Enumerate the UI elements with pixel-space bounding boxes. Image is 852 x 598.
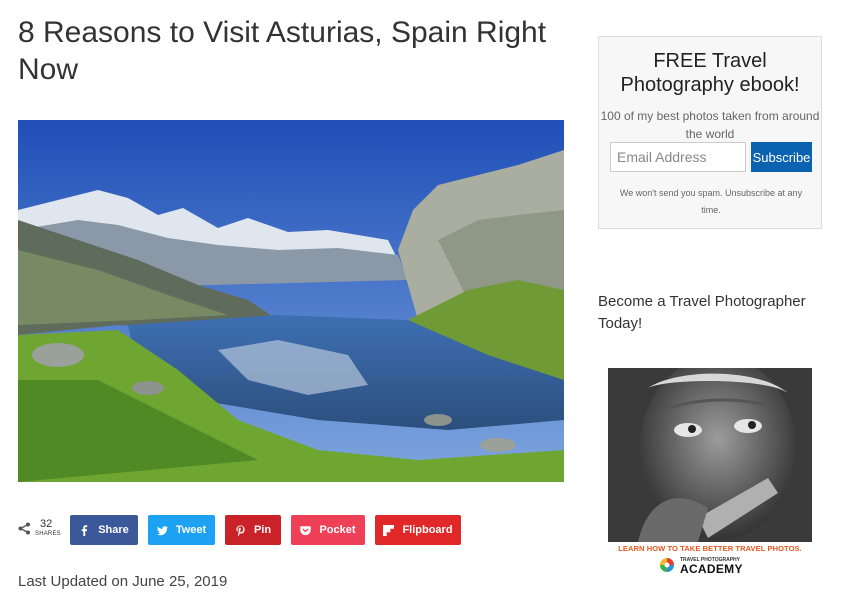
share-pinterest-label: Pin — [253, 524, 272, 536]
share-twitter-label: Tweet — [175, 524, 207, 536]
share-facebook-label: Share — [98, 524, 129, 536]
subscribe-button[interactable]: Subscribe — [751, 142, 812, 172]
share-pinterest-button[interactable]: Pin — [225, 515, 281, 545]
share-count-label: SHARES — [35, 531, 61, 537]
academy-ad[interactable]: LEARN HOW TO TAKE BETTER TRAVEL PHOTOS. … — [608, 368, 812, 584]
ad-portrait-image — [608, 368, 812, 542]
share-twitter-button[interactable]: Tweet — [148, 515, 215, 545]
facebook-icon — [81, 524, 88, 536]
subscribe-widget: FREE Travel Photography ebook! 100 of my… — [598, 36, 822, 229]
email-field[interactable] — [610, 142, 746, 172]
share-facebook-button[interactable]: Share — [70, 515, 138, 545]
ad-brand: ACADEMY — [680, 562, 743, 576]
share-count-number: 32 — [40, 518, 53, 530]
twitter-icon — [156, 525, 168, 535]
share-icon — [18, 522, 30, 535]
share-flipboard-label: Flipboard — [402, 524, 453, 536]
subscribe-description: 100 of my best photos taken from around … — [600, 109, 820, 141]
pocket-icon — [300, 525, 312, 535]
flipboard-icon — [383, 524, 395, 536]
share-pocket-label: Pocket — [319, 524, 356, 536]
share-flipboard-button[interactable]: Flipboard — [375, 515, 461, 545]
share-count: 32 SHARES — [18, 518, 66, 542]
subscribe-heading: FREE Travel Photography ebook! — [620, 50, 800, 96]
subscribe-note: We won't send you spam. Unsubscribe at a… — [619, 188, 803, 215]
aperture-logo-icon — [660, 558, 674, 572]
pinterest-icon — [236, 525, 245, 536]
share-pocket-button[interactable]: Pocket — [291, 515, 365, 545]
ad-caption: LEARN HOW TO TAKE BETTER TRAVEL PHOTOS. — [618, 544, 802, 553]
promo-text: Become a Travel Photographer Today! — [598, 293, 806, 332]
last-updated: Last Updated on June 25, 2019 — [18, 573, 228, 590]
hero-image-mountain-lake — [18, 120, 564, 482]
article-title: 8 Reasons to Visit Asturias, Spain Right… — [18, 16, 547, 86]
